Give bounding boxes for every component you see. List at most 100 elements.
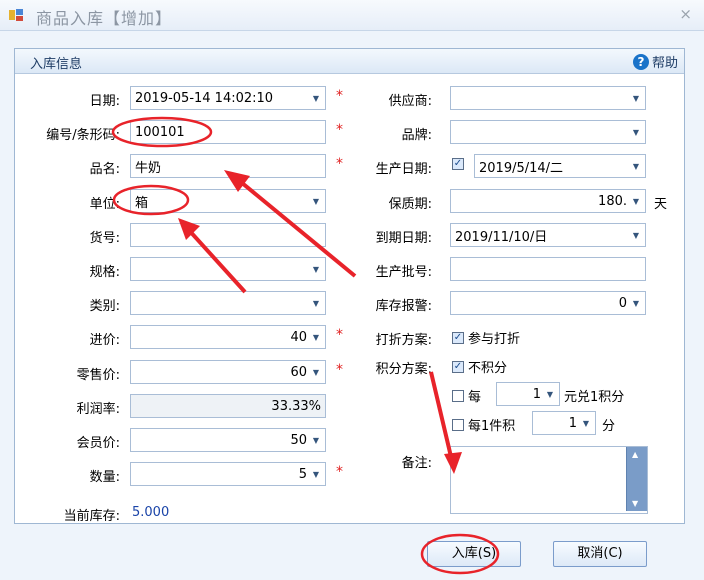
brand-label: 品牌: [401,128,432,143]
chevron-down-icon[interactable]: ▼ [631,94,641,103]
unit-value: 箱 [135,195,149,211]
memo-label: 备注: [401,456,432,471]
chevron-down-icon[interactable]: ▼ [631,128,641,137]
per-item-checkbox[interactable] [452,418,464,431]
unit-label: 单位: [89,197,120,212]
stock-alert-value: 0 [618,295,627,311]
itemno-label: 货号: [89,231,120,246]
shelf-life-value: 180. [598,193,627,209]
batch-label: 生产批号: [375,265,432,280]
retail-label: 零售价: [76,368,120,383]
margin-value: 33.33% [271,398,321,414]
spec-field[interactable]: ▼ [130,257,326,281]
chevron-down-icon[interactable]: ▼ [631,162,641,171]
code-field[interactable]: 100101 [130,120,326,144]
margin-field: 33.33% [130,394,326,418]
cost-field[interactable]: 40 ▼ [130,325,326,349]
mfg-date-field[interactable]: 2019/5/14/二 ▼ [474,154,646,178]
save-button[interactable]: 入库(S) [427,541,521,567]
no-points-checkbox[interactable]: ✓ [452,360,464,373]
chevron-down-icon[interactable]: ▼ [581,419,591,428]
per-item-suffix: 分 [602,419,616,434]
chevron-down-icon[interactable]: ▼ [311,94,321,103]
cost-value: 40 [290,329,307,345]
help-icon: ? [632,53,649,70]
shelf-life-unit: 天 [654,197,668,212]
name-field[interactable]: 牛奶 [130,154,326,178]
stock-value: 5.000 [132,505,170,520]
per-item-option[interactable]: 每1件积 [452,415,515,434]
memo-scrollbar[interactable]: ▲ ▼ [626,447,647,511]
per-item-value: 1 [568,415,577,431]
chevron-down-icon[interactable]: ▼ [631,197,641,206]
discount-option-label: 参与打折 [468,332,521,347]
help-button[interactable]: ? 帮助 [632,52,678,71]
category-field[interactable]: ▼ [130,291,326,315]
chevron-down-icon[interactable]: ▼ [311,299,321,308]
shelf-life-field[interactable]: 180. ▼ [450,189,646,213]
chevron-down-icon[interactable]: ▼ [311,368,321,377]
itemno-field[interactable] [130,223,326,247]
per-yuan-stepper[interactable]: 1 ▼ [496,382,560,406]
discount-checkbox[interactable]: ✓ [452,331,464,344]
batch-field[interactable] [450,257,646,281]
member-label: 会员价: [76,436,120,451]
qty-value: 5 [298,466,307,482]
chevron-down-icon[interactable]: ▼ [631,299,641,308]
shelf-life-label: 保质期: [388,197,432,212]
points-label: 积分方案: [375,362,432,377]
code-label: 编号/条形码: [46,128,120,143]
date-field[interactable]: 2019-05-14 14:02:10 ▼ [130,86,326,110]
per-yuan-checkbox[interactable] [452,389,464,402]
mfg-date-value: 2019/5/14/二 [479,160,564,176]
chevron-down-icon[interactable]: ▼ [311,436,321,445]
supplier-field[interactable]: ▼ [450,86,646,110]
chevron-down-icon[interactable]: ▼ [545,390,555,399]
scroll-down-icon[interactable]: ▼ [632,499,638,508]
margin-label: 利润率: [76,402,120,417]
chevron-down-icon[interactable]: ▼ [311,333,321,342]
name-label: 品名: [89,162,120,177]
spec-label: 规格: [89,265,120,280]
name-value: 牛奶 [135,160,162,176]
chevron-down-icon[interactable]: ▼ [311,470,321,479]
stock-label: 当前库存: [63,509,120,524]
cancel-button[interactable]: 取消(C) [553,541,647,567]
qty-label: 数量: [89,470,120,485]
retail-value: 60 [290,364,307,380]
per-item-stepper[interactable]: 1 ▼ [532,411,596,435]
stock-alert-label: 库存报警: [375,299,432,314]
code-value: 100101 [135,124,185,140]
chevron-down-icon[interactable]: ▼ [311,265,321,274]
supplier-label: 供应商: [388,94,432,109]
member-price-field[interactable]: 50 ▼ [130,428,326,452]
title-bar: 商品入库【增加】 × [0,0,704,31]
help-label: 帮助 [651,56,678,71]
expiry-field[interactable]: 2019/11/10/日 ▼ [450,223,646,247]
unit-field[interactable]: 箱 ▼ [130,189,326,213]
close-button[interactable]: × [679,5,692,23]
no-points-option[interactable]: ✓ 不积分 [452,357,507,376]
per-item-prefix: 每1件积 [468,419,516,434]
app-icon [9,9,23,21]
window-title: 商品入库【增加】 [36,9,173,28]
scroll-up-icon[interactable]: ▲ [632,450,638,459]
mfg-date-label: 生产日期: [375,162,432,177]
per-yuan-suffix: 元兑1积分 [564,390,625,405]
brand-field[interactable]: ▼ [450,120,646,144]
stock-alert-field[interactable]: 0 ▼ [450,291,646,315]
discount-label: 打折方案: [375,333,432,348]
mfg-date-checkbox[interactable]: ✓ [452,158,464,170]
member-value: 50 [290,432,307,448]
chevron-down-icon[interactable]: ▼ [311,197,321,206]
chevron-down-icon[interactable]: ▼ [631,231,641,240]
retail-field[interactable]: 60 ▼ [130,360,326,384]
per-yuan-option[interactable]: 每 [452,386,481,405]
panel-header: 入库信息 ? 帮助 [15,49,684,74]
panel-title: 入库信息 [30,57,83,72]
discount-option[interactable]: ✓ 参与打折 [452,328,520,347]
quantity-field[interactable]: 5 ▼ [130,462,326,486]
expiry-label: 到期日期: [375,231,432,246]
memo-textarea[interactable]: ▲ ▼ [450,446,648,514]
expiry-value: 2019/11/10/日 [455,229,548,245]
